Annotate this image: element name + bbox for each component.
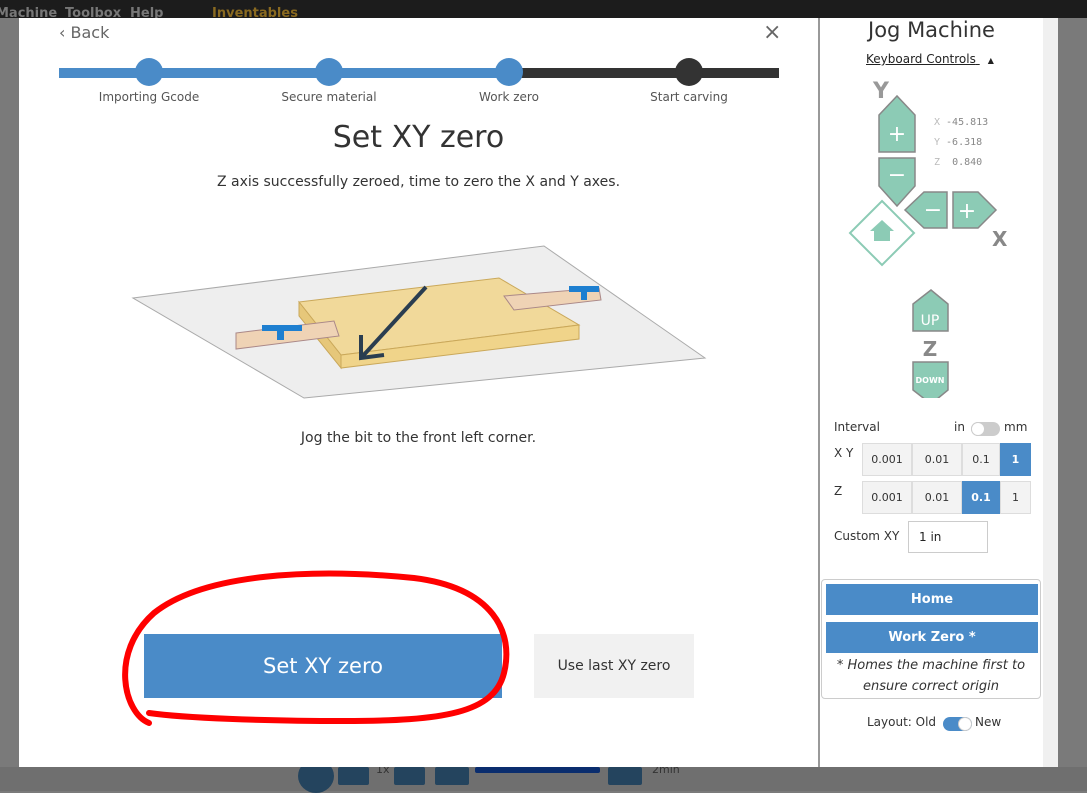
svg-text:UP: UP <box>921 313 940 329</box>
instruction-text: Jog the bit to the front left corner. <box>300 430 537 446</box>
progress-slider[interactable] <box>475 767 600 773</box>
close-button[interactable]: × <box>763 20 781 45</box>
xy-interval-label: X Y <box>834 446 854 460</box>
z-axis-label: Z <box>923 337 938 361</box>
xy-interval-option-selected[interactable]: 1 <box>1000 443 1031 476</box>
carve-wizard-modal: ‹ Back × Importing Gcode Secure material… <box>19 18 1058 767</box>
step-dot-start <box>675 58 703 86</box>
jog-title: Jog Machine <box>868 18 995 42</box>
homing-note: * Homes the machine first to ensure corr… <box>836 658 1026 694</box>
step-button[interactable] <box>394 767 425 785</box>
jog-controls: Y + − − + X UP Z DOWN <box>848 79 1008 398</box>
homing-box: Home Work Zero * * Homes the machine fir… <box>821 579 1041 699</box>
z-interval-option[interactable]: 0.001 <box>862 481 912 514</box>
work-zero-button[interactable]: Work Zero * <box>826 622 1038 653</box>
interval-label: Interval <box>834 420 880 434</box>
subtitle: Z axis successfully zeroed, time to zero… <box>216 174 621 190</box>
jog-panel: Jog Machine Keyboard Controls ▲ Y + − − … <box>820 18 1043 767</box>
y-minus-button[interactable]: − <box>878 157 916 208</box>
z-interval-label: Z <box>834 484 843 498</box>
unit-toggle[interactable] <box>971 422 1000 436</box>
back-button[interactable]: ‹ Back <box>59 23 109 42</box>
wizard-panel: ‹ Back × Importing Gcode Secure material… <box>19 18 818 767</box>
svg-text:DOWN: DOWN <box>916 376 945 385</box>
z-interval-option[interactable]: 1 <box>1000 481 1031 514</box>
page-title: Set XY zero <box>332 120 505 155</box>
layout-label: Layout: Old <box>867 715 937 729</box>
forward-button[interactable] <box>608 767 642 785</box>
svg-text:+: + <box>958 199 976 224</box>
z-down-button[interactable]: DOWN <box>912 361 949 398</box>
layout-new-label: New <box>975 715 1002 729</box>
xy-interval-option[interactable]: 0.001 <box>862 443 912 476</box>
xy-interval-selector: 0.001 0.01 0.1 1 <box>862 443 1031 476</box>
x-axis-label: X <box>992 227 1008 251</box>
custom-xy-input[interactable]: 1 in <box>908 521 988 553</box>
unit-mm-label: mm <box>1004 420 1028 434</box>
svg-text:−: − <box>924 198 942 223</box>
svg-text:+: + <box>888 122 906 147</box>
app-menubar: Machine Toolbox Help Inventables <box>0 0 1087 18</box>
progress-done <box>59 68 509 78</box>
z-interval-option[interactable]: 0.01 <box>912 481 962 514</box>
y-axis-label: Y <box>872 79 890 104</box>
z-up-button[interactable]: UP <box>912 289 949 332</box>
jog-panel-scrollbar[interactable] <box>1043 18 1058 767</box>
layout-toggle[interactable] <box>943 717 972 731</box>
step-dot-work-zero <box>495 58 523 86</box>
custom-xy-label: Custom XY <box>834 529 900 543</box>
x-minus-button[interactable]: − <box>903 191 948 229</box>
rewind-button[interactable] <box>435 767 469 785</box>
bottom-toolbar: 1x 2min <box>0 759 1087 793</box>
step-label: Secure material <box>281 90 377 104</box>
keyboard-controls-toggle[interactable]: Keyboard Controls ▲ <box>866 52 994 66</box>
y-plus-button[interactable]: + <box>878 94 916 153</box>
step-label: Work zero <box>479 90 539 104</box>
xy-interval-option[interactable]: 0.1 <box>962 443 1000 476</box>
caret-up-icon: ▲ <box>987 56 994 65</box>
xy-zero-illustration <box>131 245 707 399</box>
chevron-left-icon: ‹ <box>59 23 71 42</box>
menu-help[interactable]: Help <box>130 6 163 18</box>
step-label: Start carving <box>650 90 728 104</box>
home-machine-button[interactable]: Home <box>826 584 1038 615</box>
stop-button[interactable] <box>338 767 369 785</box>
use-last-xy-zero-button[interactable]: Use last XY zero <box>534 634 694 698</box>
home-button[interactable] <box>848 199 916 267</box>
progress-pending <box>509 68 779 78</box>
z-interval-selector: 0.001 0.01 0.1 1 <box>862 481 1031 514</box>
coordinate-readout: X -45.813 Y -6.318 Z 0.840 <box>934 117 989 168</box>
z-interval-option-selected[interactable]: 0.1 <box>962 481 1000 514</box>
svg-text:−: − <box>888 163 906 188</box>
menu-toolbox[interactable]: Toolbox <box>65 6 121 18</box>
menu-machine[interactable]: Machine <box>0 6 57 18</box>
unit-in-label: in <box>954 420 965 434</box>
x-plus-button[interactable]: + <box>952 191 998 229</box>
step-label: Importing Gcode <box>98 90 200 104</box>
xy-interval-option[interactable]: 0.01 <box>912 443 962 476</box>
step-dot-secure <box>315 58 343 86</box>
red-annotation-circle <box>122 570 510 726</box>
step-dot-importing <box>135 58 163 86</box>
brand-logo: Inventables <box>212 6 298 18</box>
